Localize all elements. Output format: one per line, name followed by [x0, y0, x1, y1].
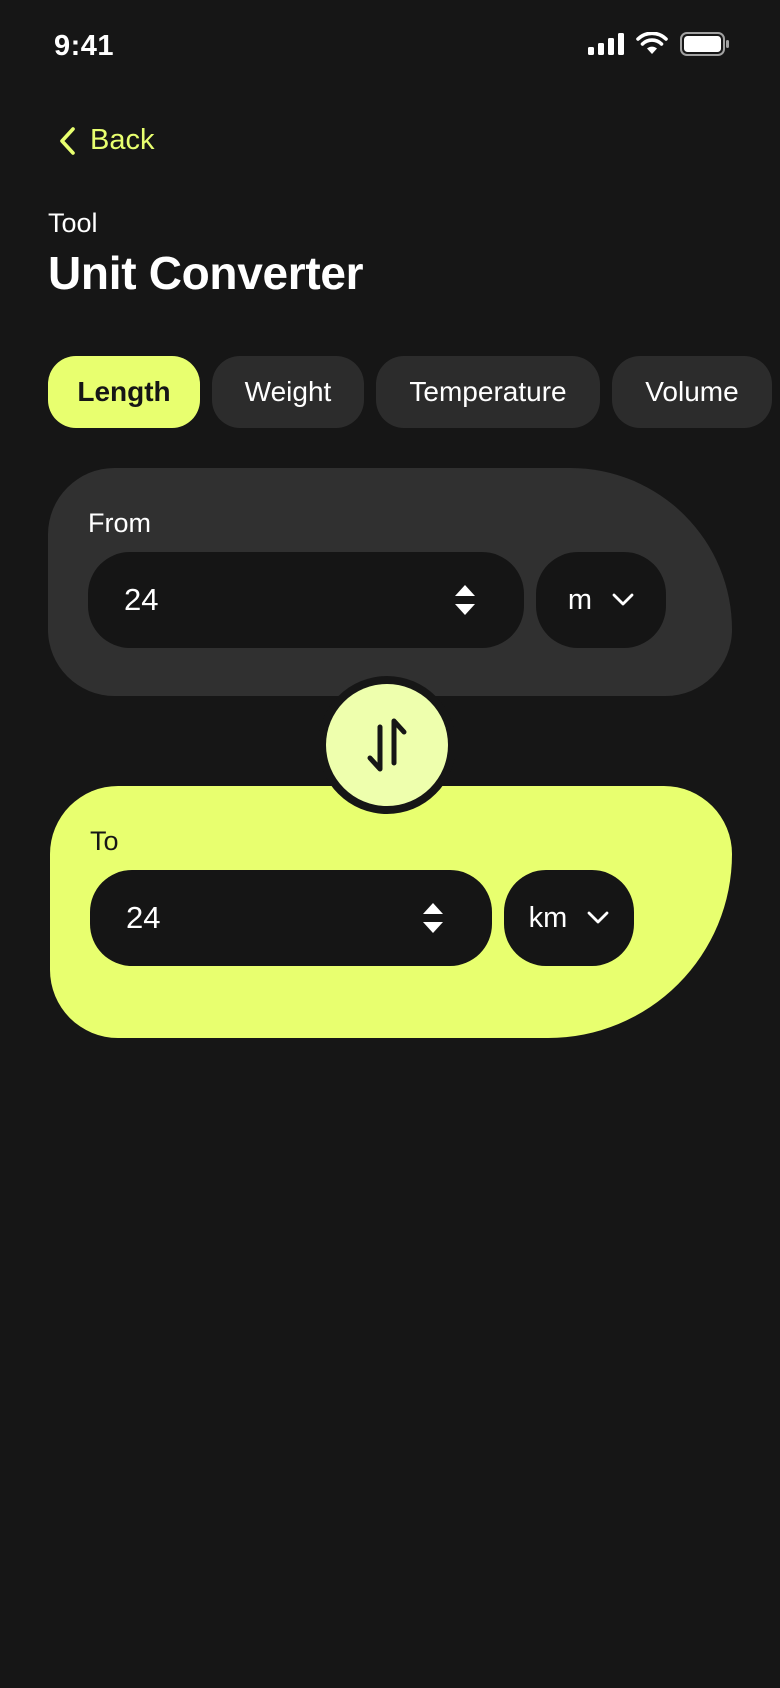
tab-weight[interactable]: Weight	[212, 356, 364, 428]
page-title: Unit Converter	[48, 247, 364, 299]
from-value: 24	[124, 582, 159, 617]
back-button[interactable]: Back	[58, 124, 154, 157]
back-label: Back	[90, 124, 155, 156]
status-icons	[588, 32, 730, 56]
to-unit-select[interactable]: km	[504, 870, 634, 966]
swap-button-face	[326, 684, 448, 806]
to-unit: km	[528, 901, 568, 934]
from-value-input[interactable]: 24	[88, 552, 524, 648]
stepper-icon[interactable]	[452, 581, 478, 619]
chevron-left-icon	[58, 126, 76, 156]
from-label: From	[88, 508, 151, 538]
cellular-signal-icon	[588, 33, 624, 55]
swap-button[interactable]	[318, 676, 456, 814]
swap-vertical-icon	[365, 713, 409, 777]
tab-length[interactable]: Length	[48, 356, 200, 428]
category-tabs: Length Weight Temperature Volume	[48, 356, 780, 428]
status-time: 9:41	[54, 30, 115, 62]
battery-icon	[680, 32, 730, 56]
page-subtitle: Tool	[48, 208, 98, 238]
chevron-down-icon	[612, 593, 634, 607]
from-unit-select[interactable]: m	[536, 552, 666, 648]
from-card: From 24 m	[48, 468, 732, 696]
chevron-down-icon	[587, 911, 609, 925]
to-value: 24	[126, 900, 161, 935]
stepper-icon[interactable]	[420, 899, 446, 937]
wifi-icon	[636, 32, 668, 56]
to-label: To	[90, 826, 119, 856]
to-value-input[interactable]: 24	[90, 870, 492, 966]
to-card: To 24 km	[50, 786, 732, 1038]
from-unit: m	[567, 583, 593, 616]
status-bar: 9:41	[0, 0, 780, 96]
tab-volume[interactable]: Volume	[612, 356, 772, 428]
tab-temperature[interactable]: Temperature	[376, 356, 600, 428]
